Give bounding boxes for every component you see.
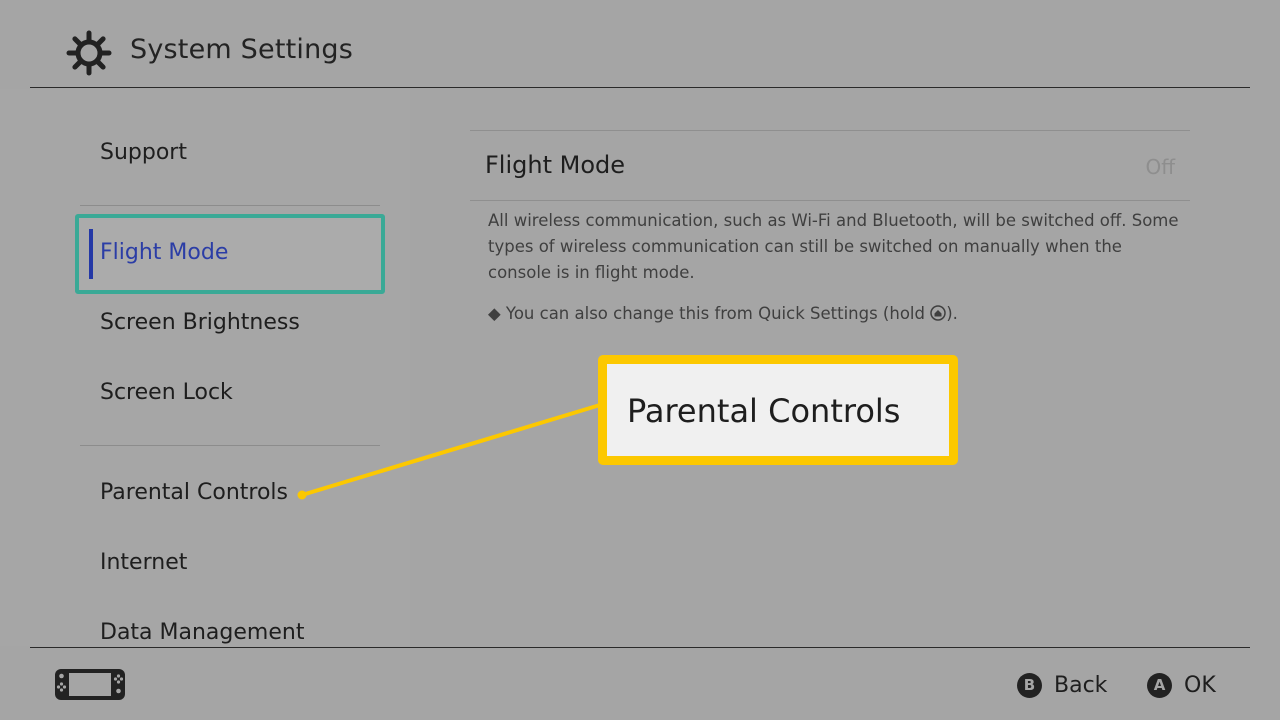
setting-title[interactable]: Flight Mode bbox=[485, 151, 625, 179]
selection-indicator bbox=[89, 229, 93, 279]
sidebar-item-internet[interactable]: Internet bbox=[100, 550, 187, 575]
note-text-prefix: ◆ You can also change this from Quick Se… bbox=[488, 304, 931, 323]
footer-divider bbox=[30, 647, 1250, 648]
sidebar-item-data-management[interactable]: Data Management bbox=[100, 620, 304, 646]
gear-icon bbox=[66, 30, 112, 76]
back-button[interactable]: B Back bbox=[1017, 670, 1107, 700]
page-title: System Settings bbox=[130, 34, 354, 65]
sidebar-item-label: Flight Mode bbox=[100, 240, 229, 265]
ok-button[interactable]: A OK bbox=[1147, 670, 1216, 700]
setting-value: Off bbox=[1145, 155, 1175, 179]
sidebar-divider bbox=[80, 445, 380, 446]
back-label: Back bbox=[1054, 672, 1108, 698]
callout-box: Parental Controls bbox=[598, 355, 958, 465]
console-icon bbox=[55, 669, 125, 700]
ok-label: OK bbox=[1184, 672, 1216, 698]
a-button-icon: A bbox=[1147, 672, 1172, 698]
sidebar-item-flight-mode[interactable]: Flight Mode bbox=[75, 214, 385, 294]
callout-text: Parental Controls bbox=[627, 392, 901, 430]
home-button-icon bbox=[930, 305, 946, 321]
sidebar-item-screen-lock[interactable]: Screen Lock bbox=[100, 380, 233, 405]
quick-settings-note: ◆ You can also change this from Quick Se… bbox=[488, 304, 958, 323]
setting-description: All wireless communication, such as Wi-F… bbox=[488, 211, 1179, 282]
b-button-icon: B bbox=[1017, 672, 1042, 698]
sidebar-item-parental-controls[interactable]: Parental Controls bbox=[100, 480, 288, 505]
content-divider bbox=[470, 130, 1190, 131]
sidebar-item-screen-brightness[interactable]: Screen Brightness bbox=[100, 310, 300, 335]
sidebar-item-support[interactable]: Support bbox=[100, 140, 187, 165]
content-divider bbox=[470, 200, 1190, 201]
sidebar-divider bbox=[80, 205, 380, 206]
sidebar bbox=[0, 89, 410, 646]
note-text-suffix: ). bbox=[946, 304, 958, 323]
header: System Settings bbox=[30, 0, 1250, 88]
